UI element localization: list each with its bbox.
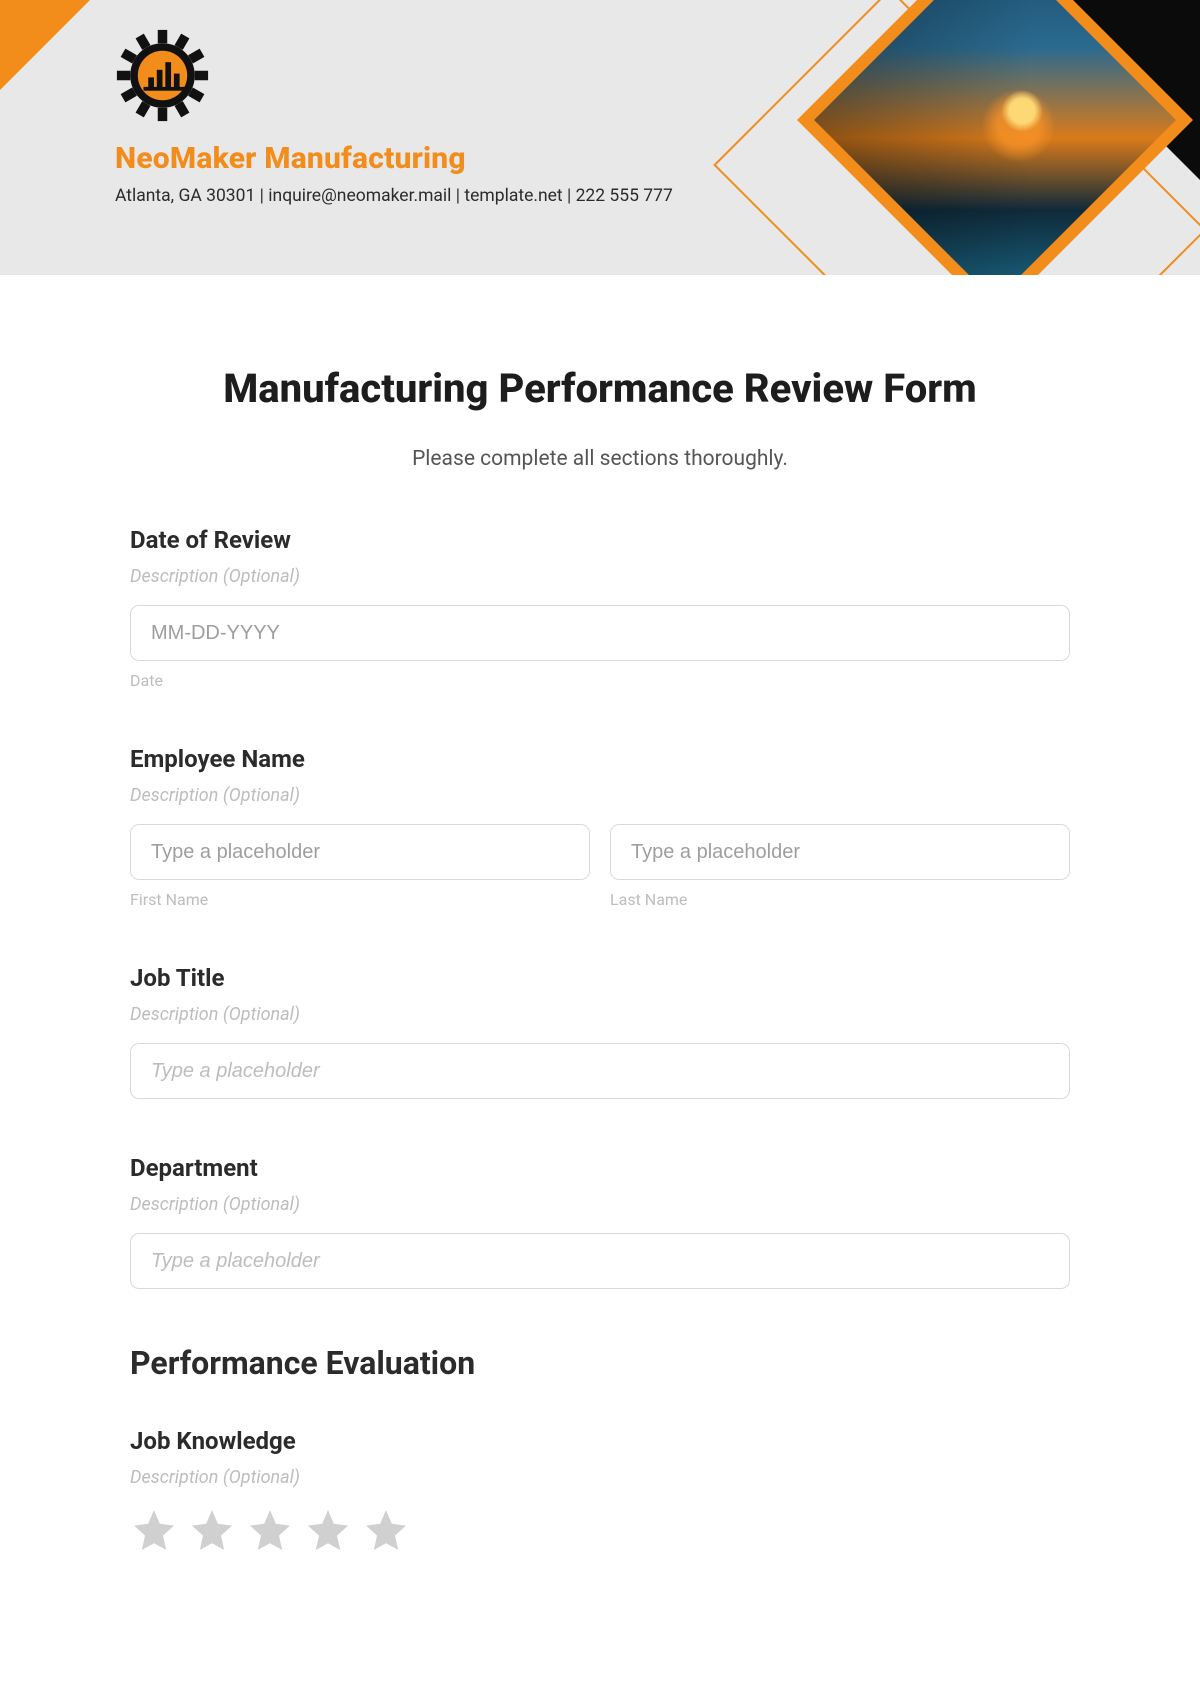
star-icon[interactable] — [304, 1506, 352, 1554]
desc-employee[interactable]: Description (Optional) — [130, 785, 1070, 806]
desc-job-knowledge[interactable]: Description (Optional) — [130, 1467, 1070, 1488]
field-date: Date of Review Description (Optional) Da… — [130, 526, 1070, 690]
sublabel-date: Date — [130, 671, 1070, 690]
corner-accent-left — [0, 0, 90, 90]
star-icon[interactable] — [362, 1506, 410, 1554]
star-icon[interactable] — [188, 1506, 236, 1554]
brand-logo — [115, 28, 210, 123]
field-department: Department Description (Optional) — [130, 1154, 1070, 1289]
brand-name: NeoMaker Manufacturing — [115, 141, 673, 176]
form-title: Manufacturing Performance Review Form — [130, 365, 1070, 412]
input-first-name[interactable] — [130, 824, 590, 880]
label-date: Date of Review — [130, 526, 1070, 554]
label-job-knowledge: Job Knowledge — [130, 1427, 1070, 1455]
label-employee: Employee Name — [130, 745, 1070, 773]
label-department: Department — [130, 1154, 1070, 1182]
sublabel-first-name: First Name — [130, 890, 590, 909]
star-icon[interactable] — [130, 1506, 178, 1554]
sublabel-last-name: Last Name — [610, 890, 1070, 909]
label-job-title: Job Title — [130, 964, 1070, 992]
rating-job-knowledge[interactable] — [130, 1506, 1070, 1554]
header-banner: NeoMaker Manufacturing Atlanta, GA 30301… — [0, 0, 1200, 275]
desc-date[interactable]: Description (Optional) — [130, 566, 1070, 587]
section-performance-evaluation: Performance Evaluation — [130, 1344, 1070, 1382]
field-employee: Employee Name Description (Optional) Fir… — [130, 745, 1070, 909]
input-department[interactable] — [130, 1233, 1070, 1289]
input-last-name[interactable] — [610, 824, 1070, 880]
input-job-title[interactable] — [130, 1043, 1070, 1099]
form-subtitle: Please complete all sections thoroughly. — [130, 447, 1070, 471]
field-job-title: Job Title Description (Optional) — [130, 964, 1070, 1099]
desc-job-title[interactable]: Description (Optional) — [130, 1004, 1070, 1025]
star-icon[interactable] — [246, 1506, 294, 1554]
form-content: Manufacturing Performance Review Form Pl… — [0, 275, 1200, 1614]
field-job-knowledge: Job Knowledge Description (Optional) — [130, 1427, 1070, 1554]
brand-block: NeoMaker Manufacturing Atlanta, GA 30301… — [115, 28, 673, 206]
input-date[interactable] — [130, 605, 1070, 661]
desc-department[interactable]: Description (Optional) — [130, 1194, 1070, 1215]
brand-tagline: Atlanta, GA 30301 | inquire@neomaker.mai… — [115, 186, 673, 206]
gear-icon — [115, 28, 210, 123]
